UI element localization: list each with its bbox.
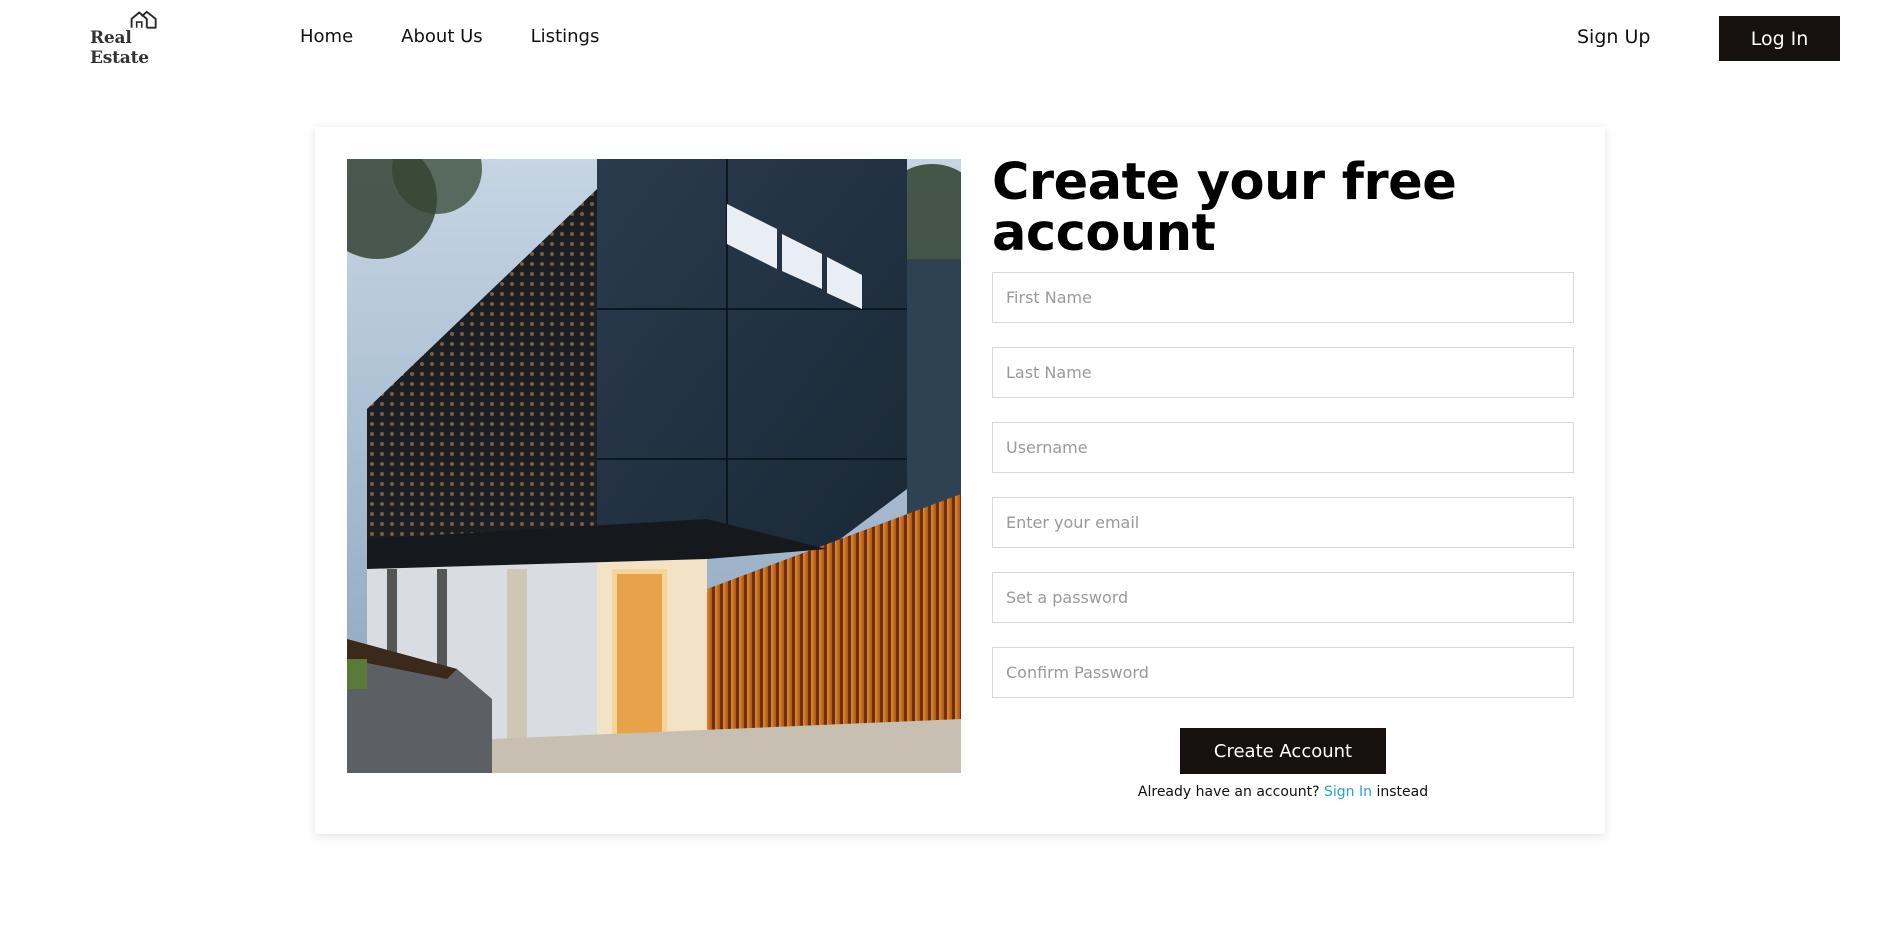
sign-up-link[interactable]: Sign Up [1577, 26, 1650, 48]
form-header: Create your free account [992, 157, 1574, 259]
nav-about-us[interactable]: About Us [401, 26, 483, 47]
username-field[interactable] [992, 422, 1574, 473]
sign-in-link[interactable]: Sign In [1324, 784, 1372, 800]
log-in-button[interactable]: Log In [1719, 16, 1840, 61]
last-name-field[interactable] [992, 347, 1574, 398]
nav-home[interactable]: Home [300, 26, 353, 47]
logo[interactable]: Real Estate [90, 10, 195, 68]
signin-prompt: Already have an account? Sign In instead [992, 784, 1574, 800]
house-icon [130, 10, 157, 29]
create-account-button[interactable]: Create Account [1180, 728, 1386, 774]
nav-listings[interactable]: Listings [531, 26, 600, 47]
main-nav: Home About Us Listings [300, 26, 599, 47]
signin-prompt-suffix: instead [1376, 784, 1429, 800]
signup-card: Create your free account Create Account … [315, 127, 1605, 834]
confirm-password-field[interactable] [992, 647, 1574, 698]
password-field[interactable] [992, 572, 1574, 623]
site-header: Real Estate Home About Us Listings Sign … [0, 0, 1902, 78]
first-name-field[interactable] [992, 272, 1574, 323]
modern-house-photo [347, 159, 961, 773]
logo-text: Real Estate [90, 28, 149, 68]
page-title: Create your free account [992, 153, 1457, 263]
email-field[interactable] [992, 497, 1574, 548]
signin-prompt-prefix: Already have an account? [1137, 784, 1320, 800]
